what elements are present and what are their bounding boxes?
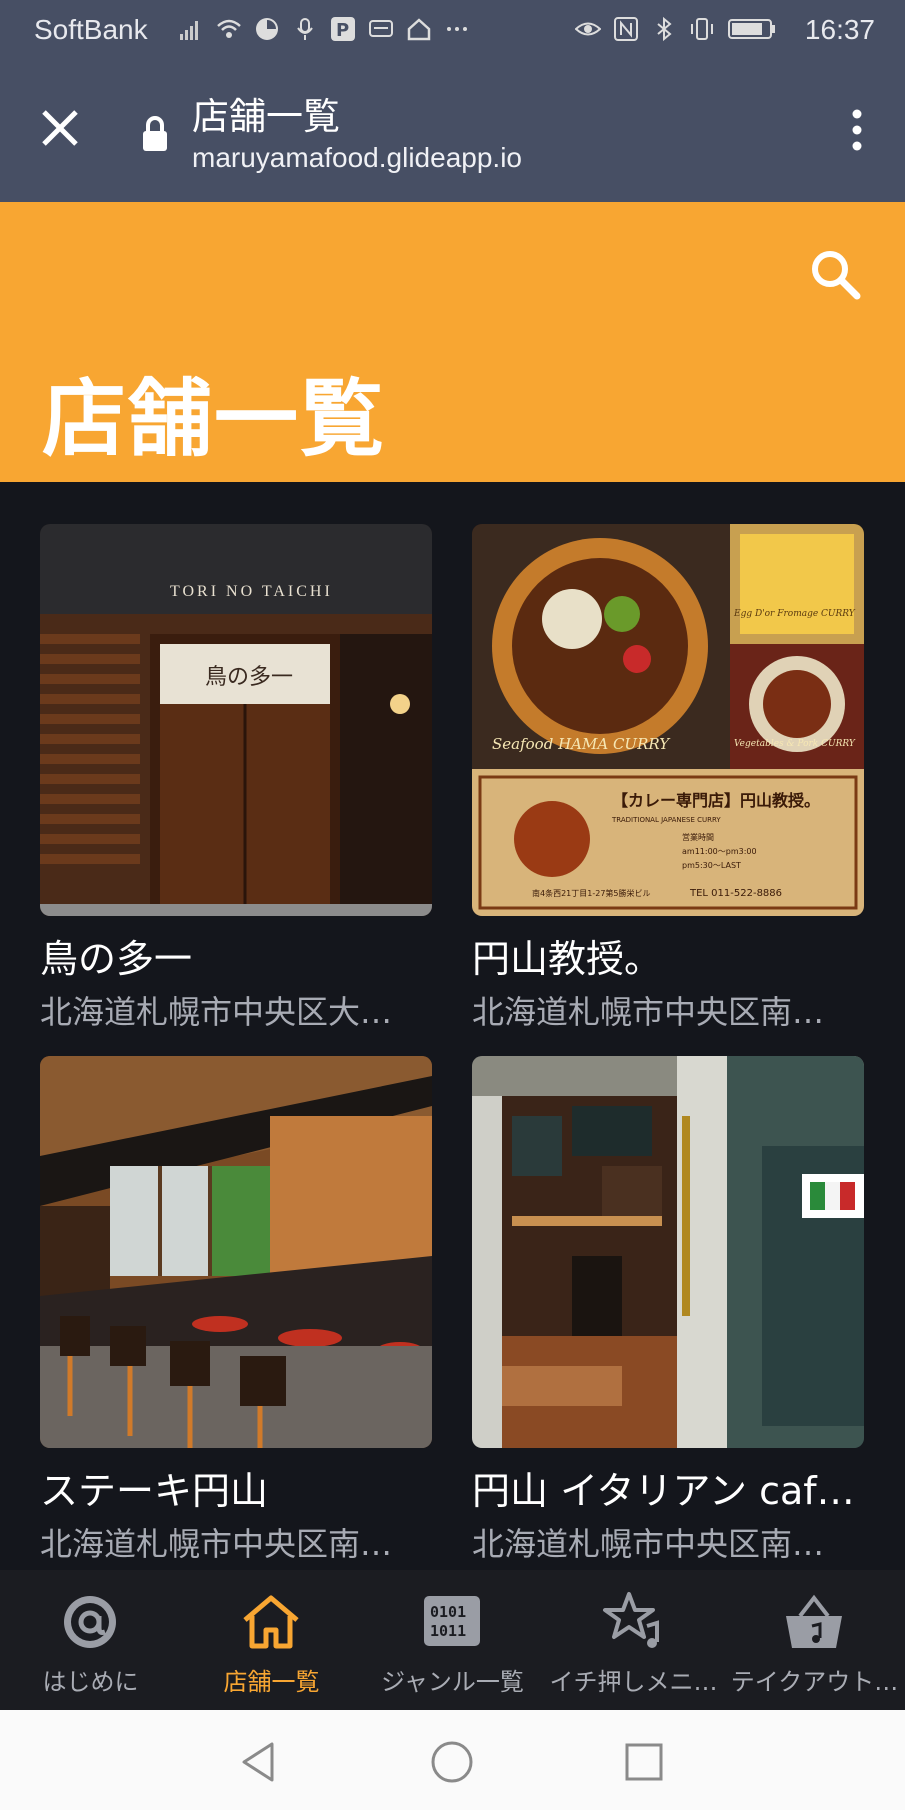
store-card[interactable]: Seafood HAMA CURRY Egg D'or Fromage CURR… [472,524,864,1033]
recents-icon[interactable] [622,1740,666,1784]
image-caption: Vegetables & Pork CURRY [734,739,856,749]
mic-icon [297,18,313,40]
tab-recommend-menu[interactable]: イチ押しメニ… [543,1570,724,1710]
tab-label: イチ押しメニ… [549,1668,718,1696]
browser-url[interactable]: maruyamafood.glideapp.io [192,142,522,174]
vibrate-icon [691,18,713,40]
tab-label: テイクアウト… [730,1668,899,1696]
nfc-icon [614,17,638,41]
home-icon [243,1595,299,1649]
svg-text:1011: 1011 [430,1622,466,1640]
tab-store-list[interactable]: 店舗一覧 [181,1570,362,1710]
store-address: 北海道札幌市中央区南… [472,1525,825,1563]
store-address: 北海道札幌市中央区南… [40,1525,393,1563]
tab-label: はじめに [42,1668,139,1696]
store-name: 円山教授。 [472,937,663,981]
store-name: 鳥の多一 [40,937,193,981]
eye-icon [575,22,601,36]
clock: 16:37 [804,14,875,45]
tab-takeout[interactable]: テイクアウト… [724,1570,905,1710]
status-left-icons: P [178,16,470,42]
message-icon [369,20,393,37]
image-caption: pm5:30～LAST [682,861,741,870]
binary-icon: 01011011 [424,1596,480,1646]
image-caption: Egg D'or Fromage CURRY [733,609,856,619]
paypay-icon: P [331,17,355,41]
store-name: 円山 イタリアン caf… [472,1469,855,1513]
basket-icon [786,1594,842,1648]
tab-label: 店舗一覧 [223,1668,320,1696]
store-sign-text: TORI NO TAICHI [170,583,333,600]
image-caption: TRADITIONAL JAPANESE CURRY [611,816,721,824]
store-image[interactable] [40,1056,432,1448]
image-caption: Seafood HAMA CURRY [492,735,671,753]
more-icon [447,27,467,31]
system-nav-bar [0,1710,905,1810]
home-icon [407,18,431,41]
battery-icon [728,19,775,39]
image-caption: 営業時間 [682,832,714,842]
store-card[interactable]: ステーキ円山 北海道札幌市中央区南… [40,1056,432,1565]
signal-icon [180,21,198,40]
at-icon [64,1596,116,1648]
store-grid: TORI NO TAICHI 鳥の多一 鳥の多一 北海道札幌市中央区大… Sea… [0,482,905,1570]
image-caption: 【カレー専門店】円山教授。 [612,791,820,810]
star-music-icon [603,1592,659,1648]
wifi-icon [217,19,241,38]
status-bar: SoftBank P 16:37 [0,0,905,62]
back-icon[interactable] [236,1740,280,1784]
home-circle-icon[interactable] [430,1740,474,1784]
image-caption: 南4条西21丁目1-27第5勝栄ビル [532,888,651,898]
page-title: 店舗一覧 [42,370,387,468]
tab-label: ジャンル一覧 [381,1668,524,1696]
bluetooth-icon [657,16,672,42]
lock-icon [143,116,167,151]
store-image[interactable] [472,1056,864,1448]
tab-hajimeni[interactable]: はじめに [0,1570,181,1710]
image-caption: TEL 011-522-8886 [689,888,782,899]
browser-toolbar: 店舗一覧 maruyamafood.glideapp.io [0,62,905,202]
kebab-menu-icon[interactable] [845,106,869,154]
image-caption: am11:00～pm3:00 [682,847,757,856]
carrier-name: SoftBank [34,14,148,45]
store-address: 北海道札幌市中央区大… [40,993,393,1031]
store-image[interactable]: TORI NO TAICHI 鳥の多一 [40,524,432,916]
app-header: 店舗一覧 [0,202,905,482]
bottom-tab-bar: はじめに 店舗一覧 0101 1011 ジャンル一覧 イチ押しメニ… テイクアウト… [0,1570,905,1710]
tab-genre-list[interactable]: 0101 1011 ジャンル一覧 [362,1570,543,1710]
svg-text:0101: 0101 [430,1603,466,1621]
store-address: 北海道札幌市中央区南… [472,993,825,1031]
data-saver-icon [256,18,278,40]
browser-page-title: 店舗一覧 [192,95,340,138]
search-icon[interactable] [807,246,863,302]
store-card[interactable]: 円山 イタリアン caf… 北海道札幌市中央区南… [472,1056,864,1565]
svg-text:鳥の多一: 鳥の多一 [205,665,293,690]
status-right-icons [575,16,777,42]
store-name: ステーキ円山 [40,1469,269,1513]
close-icon[interactable] [38,106,82,150]
store-card[interactable]: TORI NO TAICHI 鳥の多一 鳥の多一 北海道札幌市中央区大… [40,524,432,1033]
store-image[interactable]: Seafood HAMA CURRY Egg D'or Fromage CURR… [472,524,864,916]
svg-text:P: P [336,20,349,41]
